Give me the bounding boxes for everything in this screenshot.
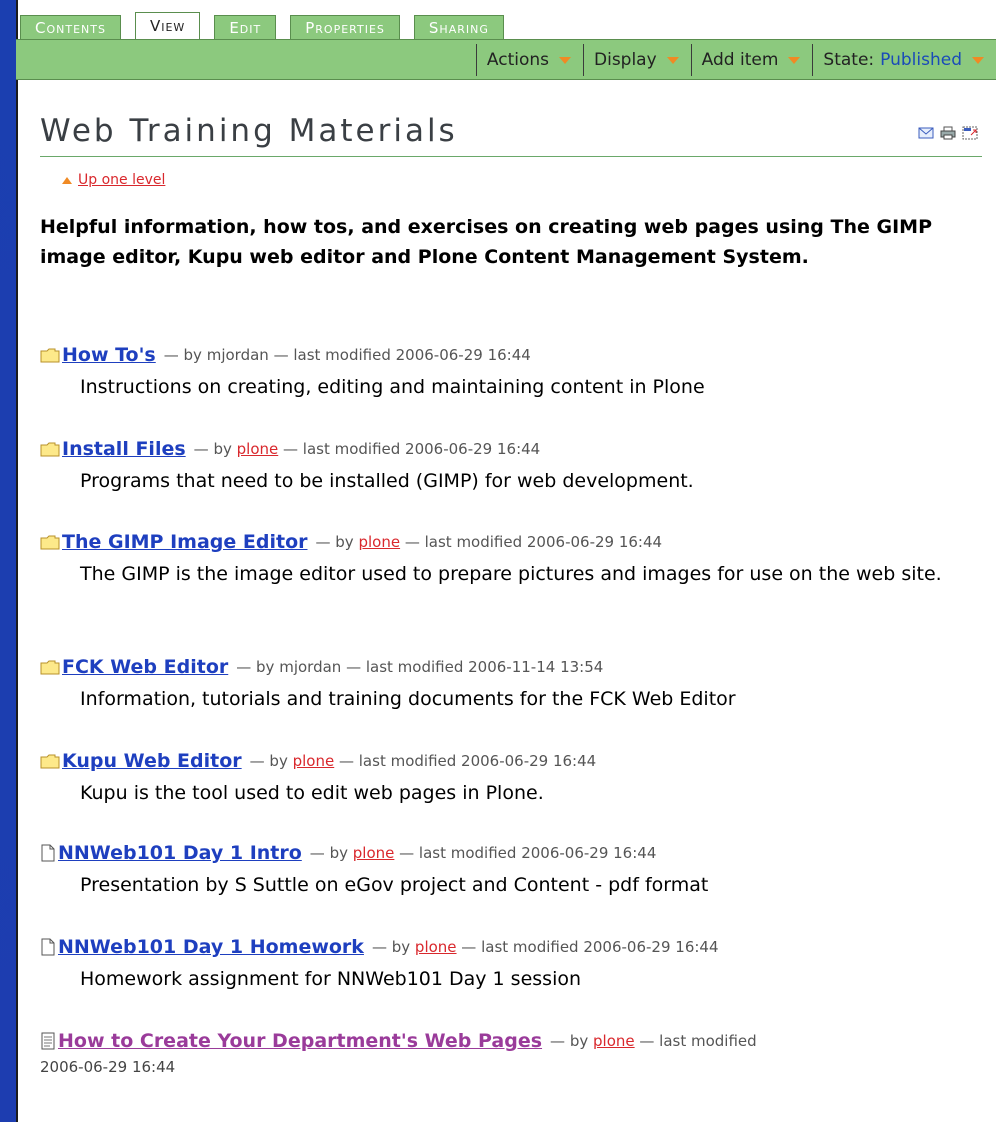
list-item: The GIMP Image Editor — by plone — last … (40, 531, 990, 589)
item-byline: — by mjordan — last modified 2006-06-29 … (163, 346, 531, 364)
chevron-down-icon (666, 56, 679, 64)
display-menu[interactable]: Display (583, 44, 691, 76)
item-description: Kupu is the tool used to edit web pages … (80, 782, 544, 804)
modified: last modified 2006-06-29 16:44 (424, 533, 663, 551)
item-byline-continued: 2006-06-29 16:44 (40, 1058, 990, 1076)
item-description: Programs that need to be installed (GIMP… (80, 470, 694, 492)
item-link[interactable]: How to Create Your Department's Web Page… (58, 1030, 542, 1052)
by-label: by (335, 533, 354, 551)
chevron-down-icon (788, 56, 801, 64)
folder-icon (40, 348, 60, 363)
document-actions (918, 126, 978, 140)
tab-properties[interactable]: Properties (290, 15, 400, 39)
author-link[interactable]: plone (293, 752, 335, 770)
print-icon[interactable] (940, 126, 956, 140)
author-link[interactable]: plone (358, 533, 400, 551)
by-label: by (183, 346, 202, 364)
display-menu-label: Display (594, 50, 657, 70)
item-byline: — by plone — last modified 2006-06-29 16… (315, 533, 663, 551)
author-link[interactable]: plone (237, 440, 279, 458)
modified: last modified 2006-06-29 16:44 (302, 440, 541, 458)
list-item: NNWeb101 Day 1 Homework — by plone — las… (40, 936, 990, 994)
item-link[interactable]: FCK Web Editor (62, 656, 228, 678)
by-label: by (391, 938, 411, 956)
author-link[interactable]: plone (353, 844, 395, 862)
by-label: by (329, 844, 348, 862)
author-link[interactable]: plone (415, 938, 457, 956)
item-byline: — by plone — last modified 2006-06-29 16… (309, 844, 657, 862)
item-byline: — by plone — last modified 2006-06-29 16… (249, 752, 597, 770)
by-label: by (269, 752, 288, 770)
tab-sharing[interactable]: Sharing (413, 15, 504, 39)
page-description: Helpful information, how tos, and exerci… (40, 216, 932, 268)
item-byline: — by plone — last modified (550, 1032, 757, 1050)
modified: last modified 2006-06-29 16:44 (418, 844, 657, 862)
item-link[interactable]: The GIMP Image Editor (62, 531, 308, 553)
add-item-menu[interactable]: Add item (690, 44, 813, 76)
arrow-up-icon (62, 176, 72, 184)
by-label: by (256, 658, 275, 676)
up-one-level-link[interactable]: Up one level (78, 172, 165, 188)
item-link[interactable]: NNWeb101 Day 1 Intro (58, 842, 302, 864)
item-description: The GIMP is the image editor used to pre… (80, 563, 942, 585)
author: mjordan (206, 346, 269, 364)
full-screen-icon[interactable] (962, 126, 978, 140)
list-item: How to Create Your Department's Web Page… (40, 1030, 990, 1076)
item-link[interactable]: How To's (62, 344, 156, 366)
item-byline: — by plone — last modified 2006-06-29 16… (371, 938, 719, 956)
tab-view[interactable]: View (134, 12, 201, 39)
author: mjordan (279, 658, 342, 676)
item-link[interactable]: NNWeb101 Day 1 Homework (58, 936, 364, 958)
folder-icon (40, 535, 60, 550)
file-icon (41, 938, 55, 956)
modified: last modified 2006-06-29 16:44 (481, 938, 719, 956)
chevron-down-icon (559, 56, 571, 64)
item-description: Presentation by S Suttle on eGov project… (80, 874, 709, 896)
state-label: State: (823, 50, 875, 70)
state-menu[interactable]: State: Published (812, 44, 996, 76)
actions-menu-label: Actions (486, 50, 549, 70)
item-link[interactable]: Install Files (62, 438, 186, 460)
modified: last modified 2006-11-14 13:54 (365, 658, 604, 676)
tab-bar: Contents View Edit Properties Sharing (20, 12, 504, 39)
mail-icon[interactable] (918, 126, 934, 140)
modified-date: 2006-06-29 16:44 (40, 1058, 176, 1076)
item-description: Information, tutorials and training docu… (80, 688, 736, 710)
add-item-menu-label: Add item (701, 50, 779, 70)
state-value: Published (880, 50, 962, 70)
item-description: Instructions on creating, editing and ma… (80, 376, 705, 398)
by-label: by (213, 440, 232, 458)
file-icon (41, 844, 55, 862)
document-icon (41, 1032, 55, 1050)
list-item: Install Files — by plone — last modified… (40, 438, 990, 496)
item-byline: — by mjordan — last modified 2006-11-14 … (236, 658, 604, 676)
actions-menu[interactable]: Actions (475, 44, 583, 76)
item-link[interactable]: Kupu Web Editor (62, 750, 242, 772)
folder-icon (40, 660, 60, 675)
modified: last modified (659, 1032, 757, 1050)
chevron-down-icon (972, 56, 984, 64)
list-item: NNWeb101 Day 1 Intro — by plone — last m… (40, 842, 990, 900)
list-item: How To's — by mjordan — last modified 20… (40, 344, 990, 402)
tab-edit[interactable]: Edit (214, 15, 277, 39)
item-byline: — by plone — last modified 2006-06-29 16… (193, 440, 541, 458)
by-label: by (569, 1032, 589, 1050)
page-title-area: Web Training Materials (40, 108, 982, 157)
tab-contents[interactable]: Contents (20, 15, 121, 39)
list-item: FCK Web Editor — by mjordan — last modif… (40, 656, 990, 714)
folder-icon (40, 754, 60, 769)
modified: last modified 2006-06-29 16:44 (358, 752, 597, 770)
list-item: Kupu Web Editor — by plone — last modifi… (40, 750, 990, 808)
folder-icon (40, 442, 60, 457)
author-link[interactable]: plone (593, 1032, 635, 1050)
modified: last modified 2006-06-29 16:44 (293, 346, 531, 364)
item-description: Homework assignment for NNWeb101 Day 1 s… (80, 968, 582, 990)
action-bar: Actions Display Add item State: Publishe… (16, 39, 996, 80)
page-title: Web Training Materials (40, 113, 458, 149)
up-one-level[interactable]: Up one level (62, 172, 165, 188)
